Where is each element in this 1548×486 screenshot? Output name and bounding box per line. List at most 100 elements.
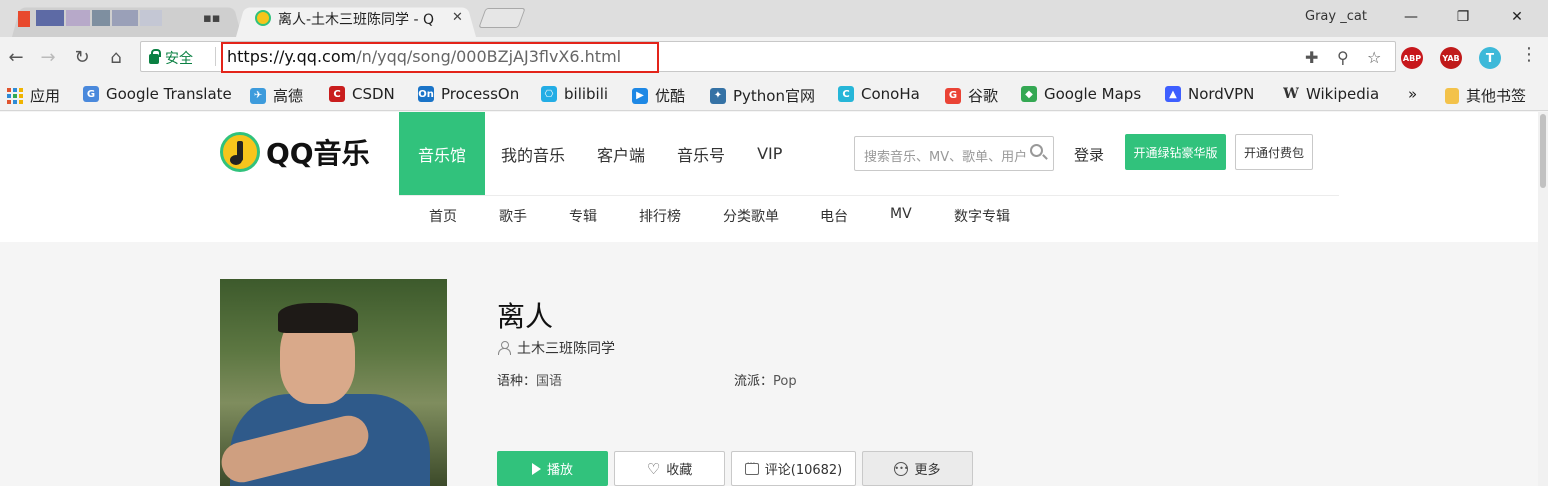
bookmark-bilibili[interactable]: ⎔ bilibili	[541, 85, 608, 103]
more-icon: •••	[894, 461, 909, 476]
home-icon[interactable]: ⌂	[104, 45, 128, 69]
tab-title: 离人-土木三班陈同学 - Q	[278, 12, 435, 28]
new-tab-button[interactable]	[478, 8, 526, 28]
site-header: QQ音乐 音乐馆 我的音乐 客户端 音乐号 VIP 搜索音乐、MV、歌单、用户 …	[0, 112, 1538, 242]
tab-close-icon[interactable]: ▪▪	[203, 11, 221, 26]
zoom-icon[interactable]: ⚲	[1337, 48, 1349, 67]
bookmark-processon[interactable]: On ProcessOn	[418, 85, 519, 103]
song-genre: 流派：Pop	[734, 374, 797, 389]
subnav-charts[interactable]: 排行榜	[639, 206, 681, 226]
secure-label: 安全	[165, 51, 193, 67]
reload-icon[interactable]: ↻	[70, 45, 94, 69]
csdn-icon: C	[329, 86, 345, 102]
bookmark-google-maps[interactable]: ◆ Google Maps	[1021, 85, 1141, 103]
bookmark-apps[interactable]: 应用	[7, 85, 60, 106]
back-arrow-icon[interactable]: ←	[4, 45, 28, 69]
page-scrollbar[interactable]	[1538, 112, 1548, 486]
singer-name: 土木三班陈同学	[517, 341, 615, 357]
more-button[interactable]: ••• 更多	[862, 451, 973, 486]
folder-icon	[1445, 87, 1459, 104]
url-text[interactable]: https://y.qq.com/n/yqq/song/000BZjAJ3flv…	[227, 47, 621, 66]
paid-package-button[interactable]: 开通付费包	[1235, 134, 1313, 170]
qq-music-logo[interactable]: QQ音乐	[220, 132, 370, 172]
comment-icon	[744, 459, 759, 475]
security-indicator[interactable]: 安全	[149, 48, 193, 68]
subnav-home[interactable]: 首页	[429, 206, 457, 226]
site-favicon-icon	[18, 11, 30, 27]
qq-music-logo-icon	[220, 132, 260, 172]
heart-icon: ♡	[646, 459, 661, 478]
conoha-icon: C	[838, 86, 854, 102]
main-nav: 音乐馆 我的音乐 客户端 音乐号 VIP	[399, 112, 798, 195]
yab-extension-icon[interactable]: YAB	[1440, 47, 1462, 69]
bookmark-csdn[interactable]: C CSDN	[329, 85, 395, 103]
profile-name[interactable]: Gray _cat	[1305, 9, 1367, 24]
menu-dots-icon[interactable]: ⋮	[1520, 44, 1538, 65]
logo-text: QQ音乐	[266, 137, 370, 170]
subnav-radio[interactable]: 电台	[820, 206, 848, 226]
search-input[interactable]: 搜索音乐、MV、歌单、用户	[854, 136, 1054, 171]
forward-arrow-icon[interactable]: →	[36, 45, 60, 69]
subnav-albums[interactable]: 专辑	[569, 206, 597, 226]
nav-music-hall[interactable]: 音乐馆	[399, 112, 486, 195]
bookmark-conoha[interactable]: C ConoHa	[838, 85, 920, 103]
subnav-mv[interactable]: MV	[890, 206, 912, 222]
nav-vip[interactable]: VIP	[741, 112, 798, 195]
apps-grid-icon	[7, 87, 23, 104]
bookmark-wikipedia[interactable]: W Wikipedia	[1283, 85, 1379, 103]
bookmarks-bar: 应用 G Google Translate ✈ 高德 C CSDN On Pro…	[0, 77, 1548, 111]
comments-button[interactable]: 评论(10682)	[731, 451, 856, 486]
minimize-button[interactable]: —	[1388, 4, 1434, 30]
singer-link[interactable]: 土木三班陈同学	[497, 338, 615, 358]
google-translate-icon: G	[83, 86, 99, 102]
browser-toolbar: ← → ↻ ⌂ 安全 https://y.qq.com/n/yqq/song/0…	[0, 37, 1548, 77]
scrollbar-thumb[interactable]	[1540, 114, 1546, 188]
bookmark-nordvpn[interactable]: ▲ NordVPN	[1165, 85, 1254, 103]
wikipedia-icon: W	[1283, 86, 1299, 102]
nav-music-account[interactable]: 音乐号	[661, 112, 741, 195]
close-button[interactable]: ✕	[1494, 4, 1540, 30]
login-link[interactable]: 登录	[1074, 144, 1104, 165]
album-cover[interactable]	[220, 279, 447, 486]
singer-icon	[497, 341, 511, 355]
processon-icon: On	[418, 86, 434, 102]
bookmark-python[interactable]: ✦ Python官网	[710, 85, 815, 106]
youku-icon: ▶	[632, 87, 648, 104]
other-bookmarks[interactable]: 其他书签	[1445, 85, 1526, 106]
favorite-button[interactable]: ♡ 收藏	[614, 451, 725, 486]
nav-my-music[interactable]: 我的音乐	[485, 112, 581, 195]
bookmark-youku[interactable]: ▶ 优酷	[632, 85, 685, 106]
header-divider	[399, 195, 1339, 196]
subnav-digital-albums[interactable]: 数字专辑	[954, 206, 1010, 226]
divider	[215, 47, 216, 66]
subnav-singers[interactable]: 歌手	[499, 206, 527, 226]
nav-client[interactable]: 客户端	[581, 112, 661, 195]
bookmarks-overflow-button[interactable]: »	[1408, 85, 1417, 103]
search-placeholder: 搜索音乐、MV、歌单、用户	[864, 150, 1028, 165]
bookmark-star-icon[interactable]: ☆	[1367, 48, 1381, 67]
blurred-tab-title	[36, 10, 162, 26]
address-bar[interactable]: 安全 https://y.qq.com/n/yqq/song/000BZjAJ3…	[140, 41, 1396, 73]
google-icon: G	[945, 87, 961, 104]
restore-button[interactable]: ❐	[1440, 4, 1486, 30]
translate-extension-icon[interactable]: T	[1479, 47, 1501, 69]
page-content: QQ音乐 音乐馆 我的音乐 客户端 音乐号 VIP 搜索音乐、MV、歌单、用户 …	[0, 112, 1538, 486]
bookmark-google-translate[interactable]: G Google Translate	[83, 85, 232, 103]
puzzle-extension-icon[interactable]: ✚	[1305, 48, 1318, 67]
play-button[interactable]: 播放	[497, 451, 608, 486]
search-icon[interactable]	[1030, 144, 1043, 157]
tab-close-icon[interactable]: ✕	[452, 10, 463, 25]
qq-music-favicon-icon	[255, 10, 271, 26]
bookmark-amap[interactable]: ✈ 高德	[250, 85, 303, 106]
nordvpn-icon: ▲	[1165, 86, 1181, 102]
bookmark-google[interactable]: G 谷歌	[945, 85, 998, 106]
subnav-playlists[interactable]: 分类歌单	[723, 206, 779, 226]
title-bar: ▪▪ 离人-土木三班陈同学 - Q ✕ Gray _cat — ❐ ✕	[0, 0, 1548, 38]
adblock-plus-icon[interactable]: ABP	[1401, 47, 1423, 69]
lock-icon	[149, 49, 161, 64]
amap-icon: ✈	[250, 87, 266, 104]
bilibili-icon: ⎔	[541, 86, 557, 102]
song-title: 离人	[497, 300, 554, 333]
python-icon: ✦	[710, 87, 726, 104]
vip-subscribe-button[interactable]: 开通绿钻豪华版	[1125, 134, 1226, 170]
